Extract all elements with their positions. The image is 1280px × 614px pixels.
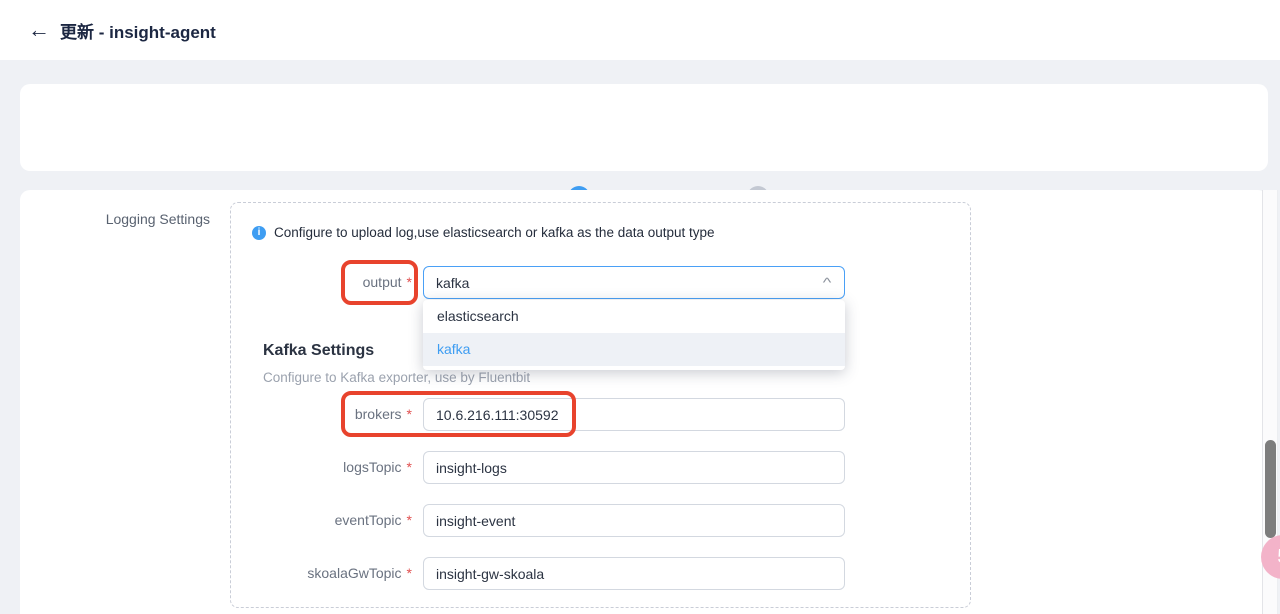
info-text: Configure to upload log,use elasticsearc…: [274, 225, 715, 240]
output-dropdown-menu: elasticsearch kafka: [423, 300, 845, 370]
dropdown-option-kafka[interactable]: kafka: [423, 333, 845, 366]
output-select[interactable]: kafka ^: [423, 266, 845, 299]
section-label-logging-settings: Logging Settings: [20, 211, 210, 227]
info-icon: i: [252, 226, 266, 240]
skoalagwtopic-field-label: skoalaGwTopic*: [242, 565, 412, 581]
brokers-field-label: brokers*: [242, 406, 412, 422]
eventtopic-field-label: eventTopic*: [242, 512, 412, 528]
kafka-settings-title: Kafka Settings: [263, 342, 374, 360]
skoalagwtopic-input[interactable]: [423, 557, 845, 590]
dropdown-option-elasticsearch[interactable]: elasticsearch: [423, 300, 845, 333]
required-asterisk: *: [407, 565, 412, 581]
logstopic-input[interactable]: [423, 451, 845, 484]
required-asterisk: *: [407, 274, 412, 290]
logstopic-field-label: logsTopic*: [242, 459, 412, 475]
output-field-label: output*: [242, 274, 412, 290]
output-select-value: kafka: [436, 275, 824, 291]
page-title: 更新 - insight-agent: [60, 18, 216, 43]
scrollbar-thumb[interactable]: [1265, 440, 1276, 538]
required-asterisk: *: [407, 406, 412, 422]
brokers-input[interactable]: [423, 398, 845, 431]
app-header: ← 更新 - insight-agent: [0, 0, 1280, 60]
chevron-up-icon: ^: [823, 275, 832, 290]
stepper-card: 1 2 应用设置 Kubernetes 编排确认: [20, 84, 1268, 171]
info-row: i Configure to upload log,use elasticsea…: [252, 225, 715, 240]
eventtopic-input[interactable]: [423, 504, 845, 537]
kafka-settings-subtitle: Configure to Kafka exporter, use by Flue…: [263, 370, 530, 385]
required-asterisk: *: [407, 512, 412, 528]
back-arrow-icon[interactable]: ←: [25, 16, 53, 44]
required-asterisk: *: [407, 459, 412, 475]
